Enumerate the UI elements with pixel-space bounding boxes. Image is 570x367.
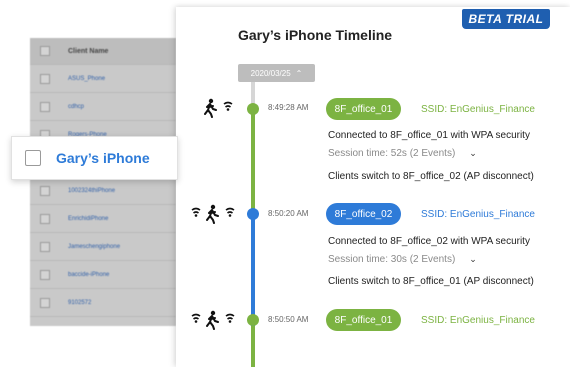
ap-name-pill[interactable]: 8F_office_01 <box>326 98 401 120</box>
row-checkbox[interactable] <box>40 185 50 196</box>
ap-name-pill[interactable]: 8F_office_01 <box>326 309 401 331</box>
row-checkbox[interactable] <box>40 73 50 84</box>
switch-message: Clients switch to 8F_office_02 (AP disco… <box>328 171 534 182</box>
connection-message: Connected to 8F_office_01 with WPA secur… <box>328 130 530 141</box>
client-row[interactable]: Jameschengiphone <box>30 232 176 260</box>
session-time-text: Session time: 30s (2 Events) <box>328 254 456 265</box>
event-time: 8:50:50 AM <box>268 315 309 324</box>
event-time: 8:49:28 AM <box>268 103 309 112</box>
timeline-panel: BETA TRIAL Gary’s iPhone Timeline 2020/0… <box>176 7 570 367</box>
ssid-label: SSID: EnGenius_Finance <box>421 315 535 326</box>
panel-title: Gary’s iPhone Timeline <box>238 27 393 43</box>
chevron-down-icon[interactable]: ⌄ <box>469 254 477 265</box>
client-roam-icon <box>190 204 240 224</box>
event-time: 8:50:20 AM <box>268 209 309 218</box>
client-name[interactable]: baccide-iPhone <box>68 272 109 278</box>
client-name[interactable]: ASUS_Phone <box>68 76 105 82</box>
walking-person-wifi-icon <box>204 98 233 118</box>
session-time-row[interactable]: Session time: 52s (2 Events) ⌄ <box>328 148 477 159</box>
client-row[interactable]: baccide-iPhone <box>30 260 176 288</box>
switch-message: Clients switch to 8F_office_01 (AP disco… <box>328 276 534 287</box>
date-label: 2020/03/25 <box>250 68 291 78</box>
client-name[interactable]: cdhcp <box>68 104 84 110</box>
client-roam-icon <box>190 310 240 330</box>
chevron-down-icon[interactable]: ⌄ <box>469 148 477 159</box>
wifi-walking-person-wifi-icon <box>191 204 235 224</box>
ssid-label: SSID: EnGenius_Finance <box>421 209 535 220</box>
select-all-checkbox[interactable] <box>40 46 50 56</box>
timeline-dot <box>247 314 259 326</box>
client-row[interactable]: EnrichidiPhone <box>30 204 176 232</box>
client-name-column-header: Client Name <box>68 47 109 55</box>
date-collapse-button[interactable]: 2020/03/25 ⌃ <box>238 64 315 82</box>
client-row[interactable]: hayeshipleWatch <box>30 316 176 326</box>
highlighted-client-name[interactable]: Gary’s iPhone <box>56 150 150 166</box>
highlighted-client-row[interactable]: Gary’s iPhone <box>11 136 178 180</box>
client-name[interactable]: 9102572 <box>68 300 91 306</box>
timeline-line-segment <box>251 219 255 326</box>
client-name[interactable]: 1002324thiPhone <box>68 188 115 194</box>
wifi-walking-person-wifi-icon <box>191 310 235 330</box>
client-row[interactable]: cdhcp <box>30 92 176 120</box>
session-time-row[interactable]: Session time: 30s (2 Events) ⌄ <box>328 254 477 265</box>
timeline-line-segment <box>251 326 255 367</box>
row-checkbox[interactable] <box>40 101 50 112</box>
client-name[interactable]: EnrichidiPhone <box>68 216 108 222</box>
timeline-line-segment <box>251 106 255 219</box>
ap-name-pill[interactable]: 8F_office_02 <box>326 203 401 225</box>
client-row[interactable]: 1002324thiPhone <box>30 176 176 204</box>
row-checkbox[interactable] <box>40 269 50 280</box>
session-time-text: Session time: 52s (2 Events) <box>328 148 456 159</box>
client-list-header: Client Name <box>30 38 176 64</box>
ssid-label: SSID: EnGenius_Finance <box>421 104 535 115</box>
client-name[interactable]: Jameschengiphone <box>68 244 120 250</box>
row-checkbox[interactable] <box>40 213 50 224</box>
client-roam-icon <box>204 98 238 118</box>
row-checkbox[interactable] <box>40 297 50 308</box>
row-checkbox[interactable] <box>40 325 50 326</box>
client-row[interactable]: ASUS_Phone <box>30 64 176 92</box>
client-row[interactable]: 9102572 <box>30 288 176 316</box>
connection-message: Connected to 8F_office_02 with WPA secur… <box>328 236 530 247</box>
client-list-background: Client Name ASUS_Phone cdhcp Rogers-Phon… <box>30 38 176 326</box>
chevron-up-icon: ⌃ <box>295 68 303 78</box>
timeline-dot <box>247 208 259 220</box>
client-checkbox[interactable] <box>25 150 41 166</box>
row-checkbox[interactable] <box>40 241 50 252</box>
timeline-dot <box>247 103 259 115</box>
beta-trial-badge: BETA TRIAL <box>462 9 550 29</box>
